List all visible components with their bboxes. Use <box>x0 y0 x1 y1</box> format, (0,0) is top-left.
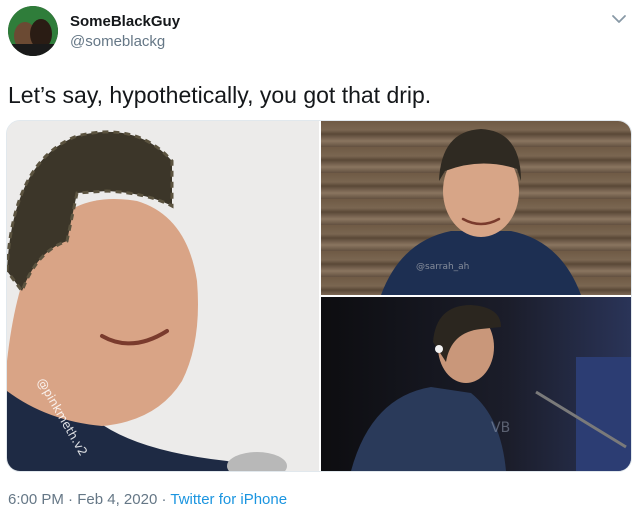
tweet-photo-2[interactable]: @sarrah_ah <box>321 121 631 295</box>
meta-separator: · <box>68 491 74 508</box>
photo-watermark: VB <box>491 420 510 436</box>
tweet-author[interactable]: SomeBlackGuy @someblackg <box>70 12 180 51</box>
meta-separator: · <box>161 491 167 508</box>
tweet-meta: 6:00 PM · Feb 4, 2020 · Twitter for iPho… <box>8 490 287 510</box>
avatar-image <box>8 6 58 56</box>
tweet-text: Let’s say, hypothetically, you got that … <box>8 82 432 108</box>
tweet-photo-1[interactable]: @pinkmeth.v2 <box>7 121 319 471</box>
user-handle[interactable]: @someblackg <box>70 32 180 51</box>
display-name[interactable]: SomeBlackGuy <box>70 12 180 31</box>
photo-watermark: @sarrah_ah <box>416 262 469 272</box>
tweet-time[interactable]: 6:00 PM <box>8 491 64 508</box>
chevron-down-icon[interactable] <box>610 10 628 28</box>
tweet-date[interactable]: Feb 4, 2020 <box>77 491 157 508</box>
avatar[interactable] <box>8 6 58 56</box>
media-grid: @pinkmeth.v2 @sarrah_ah VB <box>6 120 632 472</box>
tweet-photo-3[interactable]: VB <box>321 297 631 471</box>
tweet-source-link[interactable]: Twitter for iPhone <box>170 491 287 508</box>
